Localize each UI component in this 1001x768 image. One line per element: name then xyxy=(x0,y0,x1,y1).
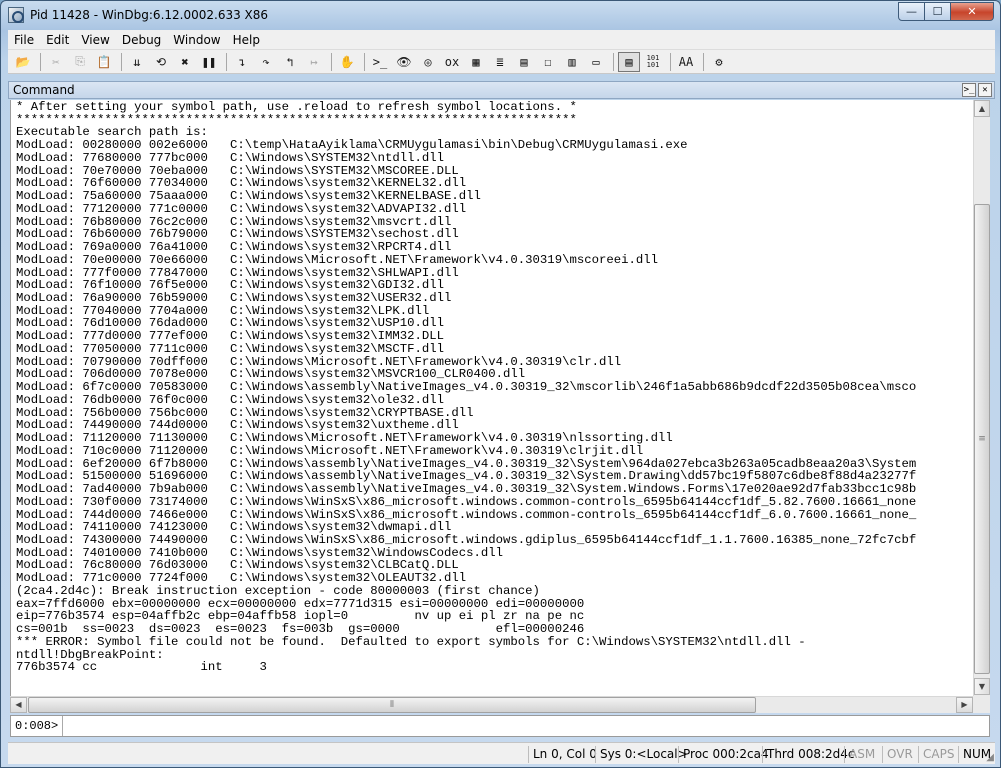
processes-threads-icon[interactable]: ▥ xyxy=(561,52,583,72)
scrollbar-corner xyxy=(973,696,990,713)
command-input-row: 0:008> xyxy=(10,715,990,737)
source-window-icon[interactable]: ▭ xyxy=(585,52,607,72)
step-over-icon[interactable]: ↷ xyxy=(255,52,277,72)
status-line-col: Ln 0, Col 0 xyxy=(528,746,601,763)
options-icon[interactable]: ⚙ xyxy=(708,52,730,72)
menu-window[interactable]: Window xyxy=(167,30,226,50)
command-pane-header[interactable]: Command >_ ✕ xyxy=(8,81,995,99)
scroll-up-icon[interactable]: ▲ xyxy=(974,100,990,117)
registers-window-icon[interactable]: ox xyxy=(441,52,463,72)
toolbar-separator xyxy=(331,52,332,71)
menu-file[interactable]: File xyxy=(8,30,40,50)
go-icon[interactable]: ⇊ xyxy=(126,52,148,72)
pane-buttons: >_ ✕ xyxy=(960,83,992,97)
command-prompt: 0:008> xyxy=(11,716,64,736)
command-pane-title: Command xyxy=(13,83,75,97)
break-icon[interactable]: ❚❚ xyxy=(198,52,220,72)
status-asm: ASM xyxy=(844,746,879,763)
horizontal-scroll-thumb[interactable]: ⦀ xyxy=(28,697,756,713)
toolbar-separator xyxy=(613,52,614,71)
scratch-pad-icon[interactable]: ☐ xyxy=(537,52,559,72)
pane-menu-icon[interactable]: >_ xyxy=(962,83,976,97)
windbg-app-icon xyxy=(8,7,24,23)
copy-icon[interactable]: ⎘ xyxy=(69,52,91,72)
stop-debugging-icon[interactable]: ✖ xyxy=(174,52,196,72)
toolbar-separator xyxy=(364,52,365,71)
hand-icon[interactable]: ✋ xyxy=(336,52,358,72)
toolbar-separator xyxy=(40,52,41,71)
menu-debug[interactable]: Debug xyxy=(116,30,167,50)
paste-icon[interactable]: 📋 xyxy=(93,52,115,72)
open-folder-icon[interactable]: 📂 xyxy=(12,52,34,72)
horizontal-scrollbar[interactable]: ◀ ⦀ ▶ xyxy=(10,696,973,713)
call-stack-window-icon[interactable]: ≣ xyxy=(489,52,511,72)
command-output-text: * After setting your symbol path, use .r… xyxy=(16,100,917,675)
window-title: Pid 11428 - WinDbg:6.12.0002.633 X86 xyxy=(30,8,269,22)
maximize-button[interactable]: ☐ xyxy=(924,2,951,21)
locals-window-icon[interactable]: ◎ xyxy=(417,52,439,72)
restart-icon[interactable]: ⟲ xyxy=(150,52,172,72)
menu-help[interactable]: Help xyxy=(227,30,266,50)
vertical-scroll-thumb[interactable]: ≡ xyxy=(974,204,990,674)
scroll-left-icon[interactable]: ◀ xyxy=(10,697,27,713)
toolbar-separator xyxy=(670,52,671,71)
run-to-cursor-icon[interactable]: ↦ xyxy=(303,52,325,72)
toolbar-separator xyxy=(226,52,227,71)
vertical-scrollbar[interactable]: ▲ ≡ ▼ xyxy=(973,100,990,696)
command-output[interactable]: * After setting your symbol path, use .r… xyxy=(10,100,973,696)
memory-window-icon[interactable]: ▦ xyxy=(465,52,487,72)
status-ovr: OVR xyxy=(882,746,917,763)
disassembly-window-icon[interactable]: ▤ xyxy=(513,52,535,72)
scroll-down-icon[interactable]: ▼ xyxy=(974,678,990,695)
status-caps: CAPS xyxy=(918,746,958,763)
command-input[interactable] xyxy=(63,716,989,736)
menu-edit[interactable]: Edit xyxy=(40,30,75,50)
step-into-icon[interactable]: ↴ xyxy=(231,52,253,72)
windbg-window: Pid 11428 - WinDbg:6.12.0002.633 X86 — ☐… xyxy=(0,0,1001,768)
minimize-button[interactable]: — xyxy=(898,2,925,21)
watch-window-icon[interactable]: 👁 xyxy=(393,52,415,72)
cut-icon[interactable]: ✂ xyxy=(45,52,67,72)
window-controls: — ☐ ✕ xyxy=(898,2,994,21)
status-proc: Proc 000:2ca4 xyxy=(678,746,773,763)
pane-close-icon[interactable]: ✕ xyxy=(978,83,992,97)
resize-grip-icon[interactable]: ◢ xyxy=(986,752,994,763)
toolbar-separator xyxy=(121,52,122,71)
source-mode-icon[interactable]: ▤ xyxy=(618,51,640,72)
menu-bar: File Edit View Debug Window Help xyxy=(8,30,995,50)
font-icon[interactable]: AA xyxy=(675,52,697,72)
scroll-right-icon[interactable]: ▶ xyxy=(956,697,973,713)
menu-view[interactable]: View xyxy=(75,30,115,50)
toolbar: 📂 ✂ ⎘ 📋 ⇊ ⟲ ✖ ❚❚ ↴ ↷ ↰ ↦ ✋ >_ 👁 ◎ ox ▦ ≣… xyxy=(8,50,995,74)
step-out-icon[interactable]: ↰ xyxy=(279,52,301,72)
close-button[interactable]: ✕ xyxy=(950,2,994,21)
toolbar-separator xyxy=(703,52,704,71)
title-bar[interactable]: Pid 11428 - WinDbg:6.12.0002.633 X86 — ☐… xyxy=(1,1,1000,29)
hex-mode-icon[interactable]: 101 101 xyxy=(642,52,664,72)
command-window-icon[interactable]: >_ xyxy=(369,52,391,72)
status-bar: Ln 0, Col 0 Sys 0:<Local> Proc 000:2ca4 … xyxy=(8,742,995,764)
